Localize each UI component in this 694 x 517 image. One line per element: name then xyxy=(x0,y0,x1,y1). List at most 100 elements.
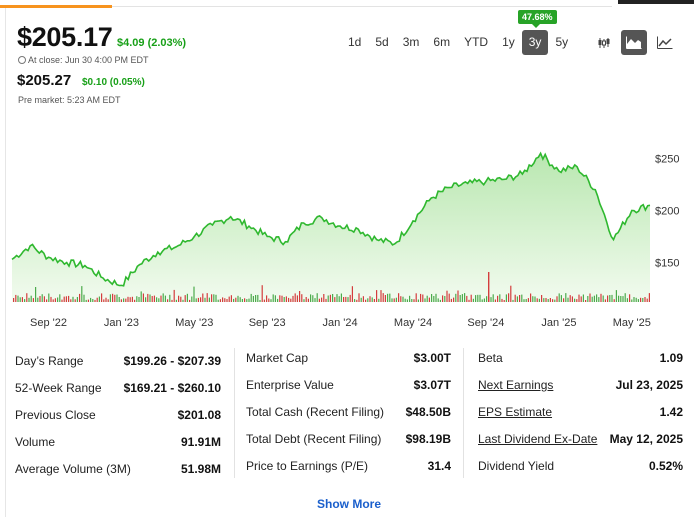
volume-bar xyxy=(118,297,120,302)
volume-bar xyxy=(593,295,595,302)
eps-estimate-link[interactable]: EPS Estimate xyxy=(478,399,552,426)
tab-5d[interactable]: 5d xyxy=(368,30,395,55)
volume-bar xyxy=(560,295,562,302)
stat-row: EPS Estimate 1.42 xyxy=(478,399,683,426)
area-chart-button[interactable] xyxy=(621,30,647,55)
volume-bar xyxy=(103,299,105,302)
volume-bar xyxy=(134,299,136,302)
volume-bar xyxy=(180,296,182,302)
x-tick-label: Jan '25 xyxy=(541,317,576,329)
volume-bar xyxy=(294,293,296,302)
volume-bar xyxy=(299,291,301,302)
volume-bar xyxy=(398,293,400,302)
x-tick-label: Jan '23 xyxy=(104,317,139,329)
volume-bar xyxy=(204,297,206,302)
volume-bar xyxy=(488,272,490,302)
volume-bar xyxy=(303,299,305,302)
tab-ytd[interactable]: YTD xyxy=(457,30,495,55)
volume-bar xyxy=(105,297,107,302)
volume-bar xyxy=(224,298,226,302)
volume-bar xyxy=(380,290,382,302)
volume-bar xyxy=(285,296,287,302)
area-chart-icon xyxy=(626,36,642,49)
last-dividend-link[interactable]: Last Dividend Ex-Date xyxy=(478,426,597,453)
column-divider xyxy=(463,348,464,478)
volume-bar xyxy=(633,297,635,302)
stat-value: May 12, 2025 xyxy=(609,432,683,446)
x-tick-label: Jan '24 xyxy=(323,317,358,329)
stat-label: Average Volume (3M) xyxy=(15,462,131,476)
volume-bar xyxy=(514,294,516,302)
volume-bar xyxy=(501,298,503,302)
volume-bar xyxy=(479,294,481,302)
line-chart-button[interactable] xyxy=(652,30,678,55)
column-divider xyxy=(234,348,235,478)
stat-label: Market Cap xyxy=(246,351,309,365)
volume-bar xyxy=(72,296,74,302)
volume-bar xyxy=(149,294,151,302)
tab-5y[interactable]: 5y xyxy=(548,30,575,55)
volume-bar xyxy=(107,299,109,302)
candlestick-icon xyxy=(598,37,610,48)
volume-bar xyxy=(587,296,589,302)
volume-bar xyxy=(63,296,65,302)
volume-bar xyxy=(382,293,384,302)
volume-bar xyxy=(274,295,276,302)
volume-bar xyxy=(439,299,441,302)
volume-bar xyxy=(314,298,316,302)
x-tick-label: Sep '23 xyxy=(249,317,286,329)
volume-bar xyxy=(367,298,369,302)
tab-6m[interactable]: 6m xyxy=(426,30,457,55)
volume-bar xyxy=(290,298,292,302)
tab-3y[interactable]: 3y xyxy=(521,30,549,55)
volume-bar xyxy=(347,297,349,302)
volume-bar xyxy=(310,294,312,302)
stat-label: 52-Week Range xyxy=(15,381,102,395)
price-chart[interactable]: $250 $200 $150 Sep '22 Jan '23 May '23 Sep '2… xyxy=(10,140,685,335)
volume-bar xyxy=(312,295,314,302)
range-tabs: 1d 5d 3m 6m YTD 1y 3y 5y xyxy=(341,30,575,55)
volume-bar xyxy=(129,297,131,302)
volume-bar xyxy=(13,298,15,302)
volume-bar xyxy=(116,294,118,302)
volume-bar xyxy=(81,286,83,302)
volume-bar xyxy=(618,295,620,302)
volume-bar xyxy=(642,298,644,302)
volume-bar xyxy=(521,294,523,302)
stat-row: Volume 91.91M xyxy=(15,429,221,456)
volume-bar xyxy=(433,296,435,302)
volume-bar xyxy=(15,294,17,302)
tab-1d[interactable]: 1d xyxy=(341,30,368,55)
volume-bar xyxy=(554,299,556,302)
volume-bar xyxy=(268,298,270,302)
volume-bar xyxy=(417,299,419,302)
volume-bar xyxy=(519,295,521,302)
stat-value: $199.26 - $207.39 xyxy=(123,354,221,368)
volume-bar xyxy=(437,298,439,302)
volume-bar xyxy=(371,297,373,302)
next-earnings-link[interactable]: Next Earnings xyxy=(478,372,553,399)
x-tick-label: May '25 xyxy=(613,317,651,329)
volume-bar xyxy=(138,297,140,302)
volume-bar xyxy=(607,295,609,302)
volume-bar xyxy=(406,299,408,302)
volume-bar xyxy=(92,299,94,302)
show-more-button[interactable]: Show More xyxy=(317,497,381,511)
volume-bar xyxy=(162,293,164,302)
tab-3m[interactable]: 3m xyxy=(396,30,427,55)
volume-bar xyxy=(626,298,628,302)
volume-bar xyxy=(483,298,485,302)
volume-bar xyxy=(360,297,362,302)
volume-bar xyxy=(369,296,371,302)
volume-bar xyxy=(114,294,116,302)
candlestick-chart-button[interactable] xyxy=(591,30,617,55)
volume-bar xyxy=(127,296,129,302)
volume-bar xyxy=(307,298,309,302)
volume-bar xyxy=(525,299,527,302)
volume-bar xyxy=(158,298,160,302)
volume-bar xyxy=(244,298,246,302)
volume-bar xyxy=(241,299,243,302)
volume-bar xyxy=(83,294,85,302)
volume-bar xyxy=(156,297,158,302)
tab-1y[interactable]: 1y xyxy=(495,30,522,55)
